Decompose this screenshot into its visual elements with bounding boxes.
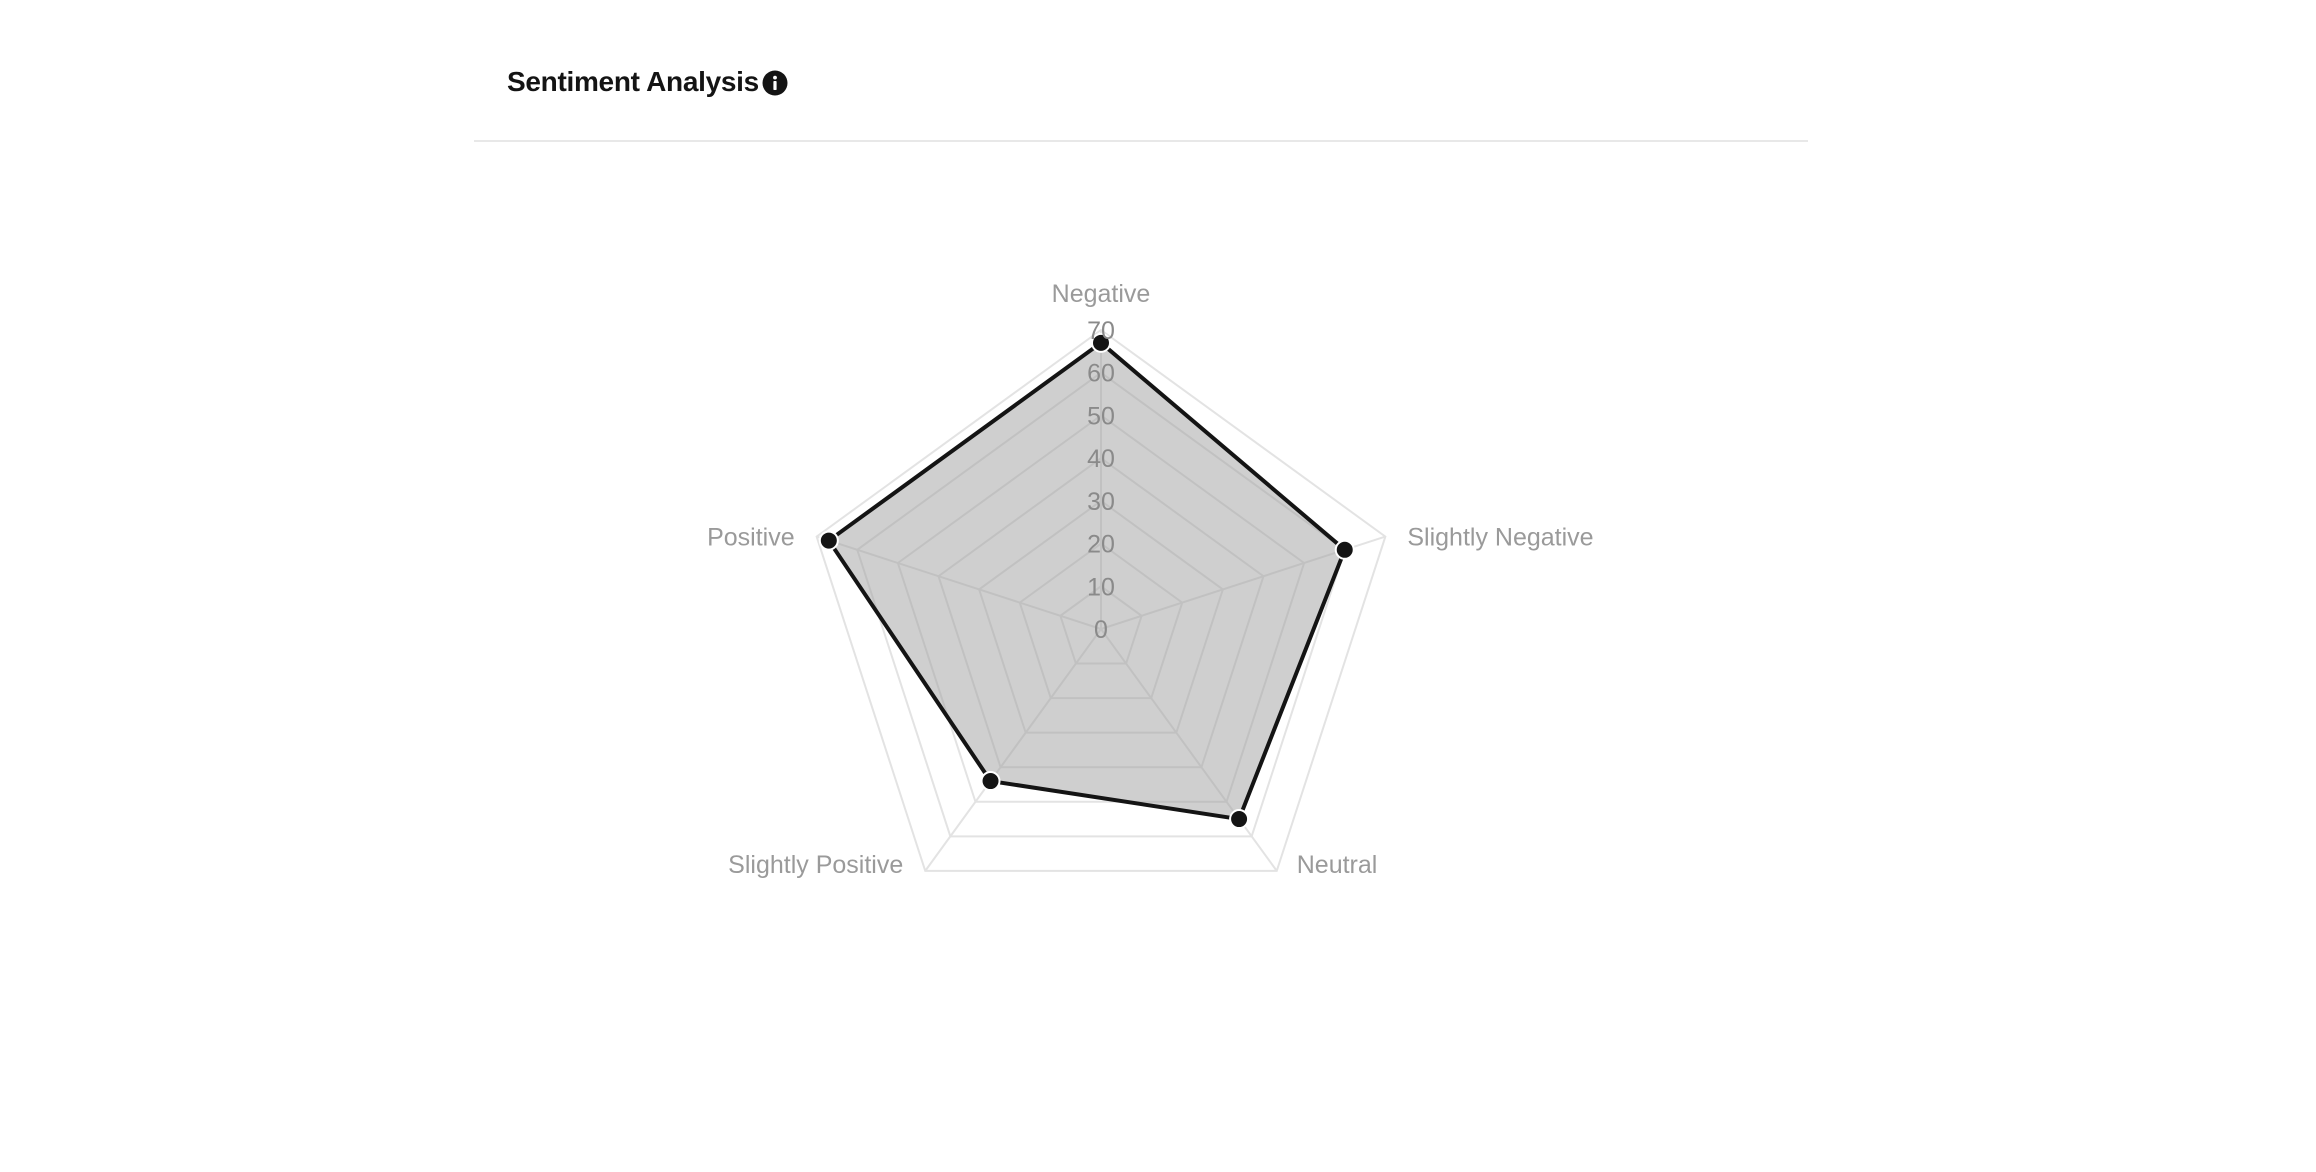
tick-label: 70 (1087, 317, 1115, 345)
data-point[interactable] (1229, 809, 1250, 830)
tick-label: 0 (1094, 616, 1108, 644)
tick-label: 40 (1087, 445, 1115, 473)
axis-label-slightly-negative: Slightly Negative (1407, 524, 1593, 552)
tick-label: 60 (1087, 360, 1115, 388)
data-point[interactable] (1334, 539, 1355, 560)
axis-label-negative: Negative (1052, 280, 1151, 308)
radar-chart: 0 10 20 30 40 50 60 70 Negative Slightly Negativ… (707, 280, 1593, 879)
tick-label: 30 (1087, 488, 1115, 516)
axis-label-neutral: Neutral (1297, 851, 1378, 879)
tick-label: 10 (1087, 573, 1115, 601)
tick-label: 50 (1087, 402, 1115, 430)
data-point[interactable] (980, 771, 1001, 792)
axis-label-positive: Positive (707, 524, 795, 552)
tick-label: 20 (1087, 531, 1115, 559)
data-point[interactable] (818, 530, 839, 551)
axis-label-slightly-positive: Slightly Positive (728, 851, 903, 879)
